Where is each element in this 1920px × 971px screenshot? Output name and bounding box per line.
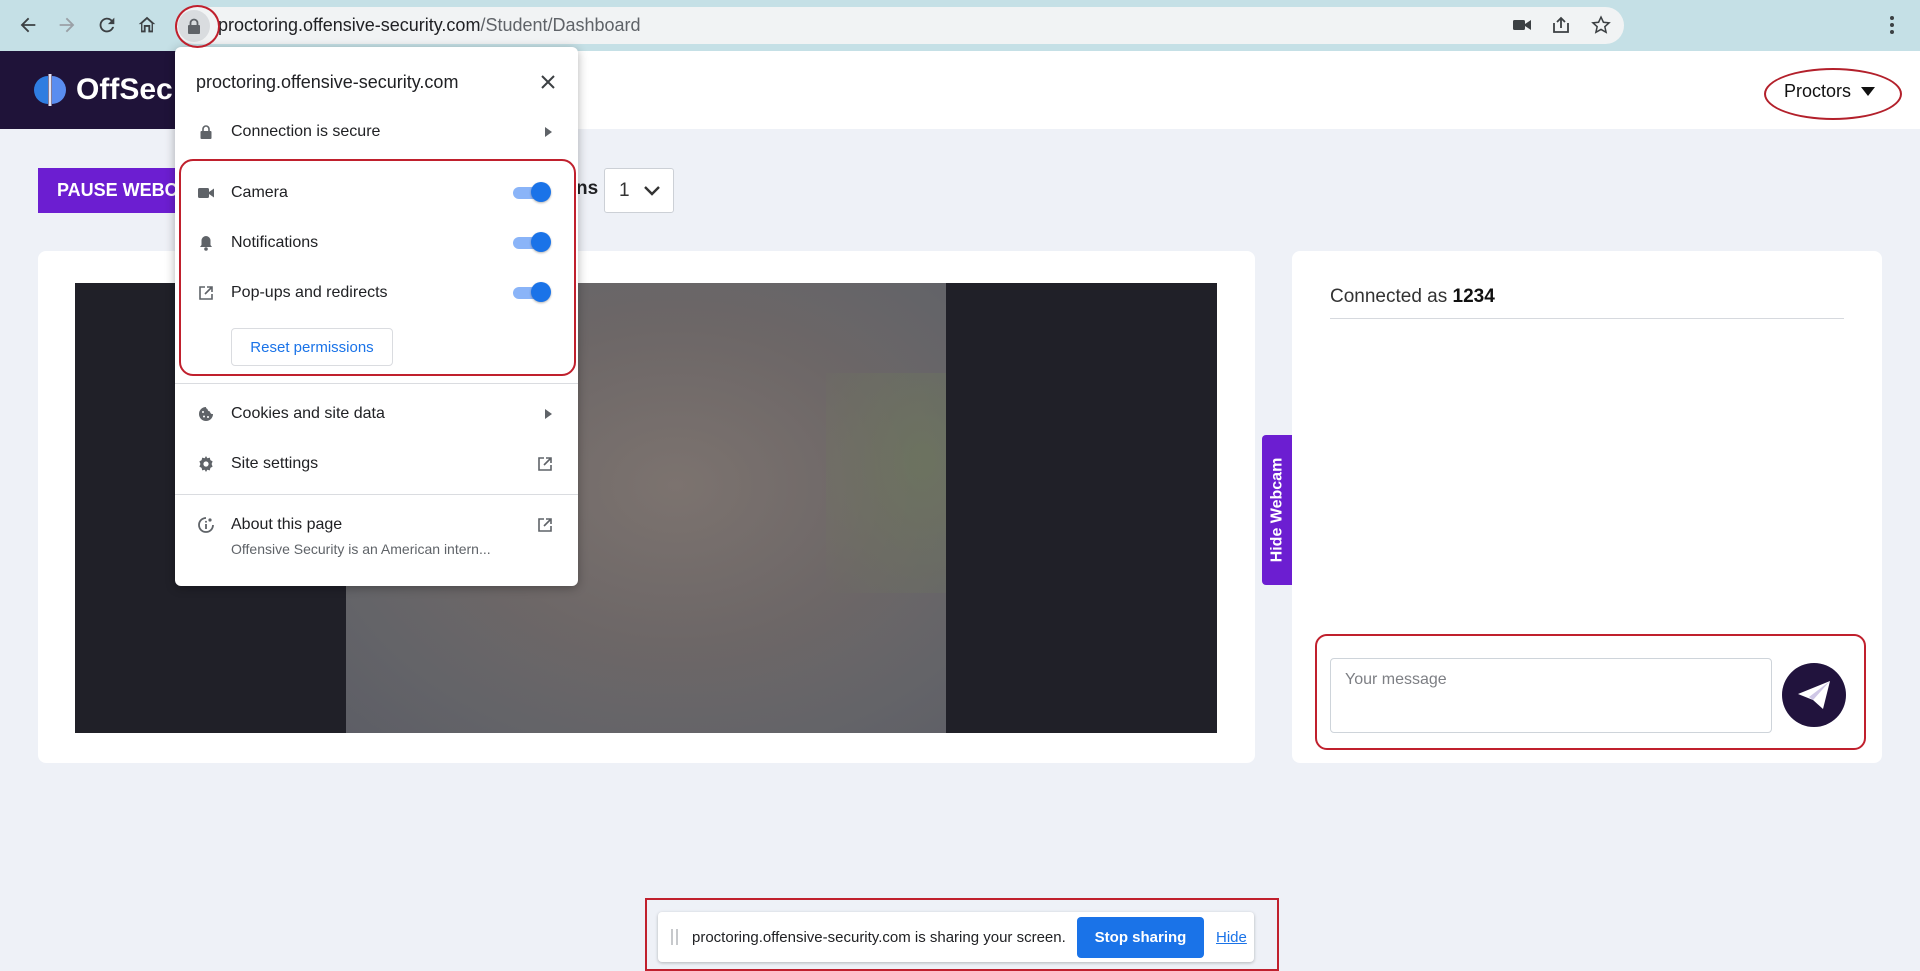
- arrow-left-icon: [20, 17, 36, 33]
- annotation-circle-proctors: [1764, 68, 1902, 120]
- annotation-box-chat: [1315, 634, 1866, 750]
- about-info-icon: [198, 517, 214, 533]
- popup-title: proctoring.offensive-security.com: [196, 72, 459, 92]
- url-text: proctoring.offensive-security.com/Studen…: [218, 15, 641, 36]
- drag-handle-icon[interactable]: [671, 929, 678, 945]
- home-icon: [138, 16, 156, 33]
- connected-user-id: 1234: [1452, 286, 1495, 307]
- forward-button[interactable]: [51, 9, 83, 41]
- about-page-description: Offensive Security is an American intern…: [231, 541, 491, 557]
- popup-close-button[interactable]: [536, 70, 560, 94]
- chevron-down-icon: [643, 185, 660, 196]
- about-page-row[interactable]: About this page: [196, 513, 556, 537]
- star-icon: [1591, 15, 1611, 34]
- bookmark-button[interactable]: [1589, 13, 1613, 37]
- camera-select[interactable]: 1: [604, 168, 674, 213]
- pause-webcam-button[interactable]: PAUSE WEBCAM: [38, 168, 188, 213]
- caret-right-icon: [545, 409, 552, 419]
- popup-divider: [175, 494, 578, 495]
- cookie-icon: [199, 407, 213, 421]
- external-link-icon: [538, 457, 552, 471]
- stop-sharing-button[interactable]: Stop sharing: [1077, 917, 1204, 958]
- share-button[interactable]: [1549, 13, 1573, 37]
- about-page-label: About this page: [231, 516, 343, 533]
- connection-label: Connection is secure: [231, 123, 381, 140]
- annotation-circle-lock: [175, 5, 220, 48]
- connection-secure-row[interactable]: Connection is secure: [196, 120, 556, 144]
- caret-right-icon: [545, 127, 552, 137]
- popup-divider: [175, 383, 578, 384]
- reload-icon: [99, 17, 115, 33]
- screen-share-text: proctoring.offensive-security.com is sha…: [692, 929, 1066, 946]
- cookies-row[interactable]: Cookies and site data: [196, 402, 556, 426]
- close-icon: [541, 75, 555, 89]
- browser-menu-button[interactable]: [1878, 11, 1906, 39]
- hide-webcam-tab[interactable]: Hide Webcam: [1262, 435, 1292, 585]
- more-vertical-icon: [1890, 16, 1894, 34]
- chat-divider: [1330, 318, 1844, 319]
- external-link-icon: [538, 518, 552, 532]
- hide-share-bar-link[interactable]: Hide: [1216, 929, 1247, 946]
- share-icon: [1553, 16, 1569, 33]
- connected-status: Connected as 1234: [1330, 286, 1495, 308]
- video-camera-icon: [1513, 20, 1531, 30]
- arrow-right-icon: [59, 17, 75, 33]
- offsec-logo-icon: [34, 74, 66, 106]
- gear-icon: [199, 456, 213, 472]
- back-button[interactable]: [12, 9, 44, 41]
- lock-icon: [200, 125, 212, 139]
- home-button[interactable]: [131, 9, 163, 41]
- hide-webcam-label: Hide Webcam: [1268, 457, 1285, 563]
- annotation-box-permissions: [179, 159, 576, 376]
- site-settings-row[interactable]: Site settings: [196, 452, 556, 476]
- brand-name: OffSec: [76, 73, 173, 106]
- url-path: /Student/Dashboard: [480, 15, 641, 35]
- cookies-label: Cookies and site data: [231, 405, 385, 422]
- camera-select-value: 1: [619, 179, 630, 201]
- reload-button[interactable]: [91, 9, 123, 41]
- connected-prefix: Connected as: [1330, 286, 1453, 307]
- cameras-label: ns: [576, 178, 599, 199]
- camera-in-use-button[interactable]: [1510, 13, 1534, 37]
- url-host: proctoring.offensive-security.com: [218, 15, 481, 35]
- brand-logo-area[interactable]: OffSec: [0, 51, 190, 129]
- site-settings-label: Site settings: [231, 455, 319, 472]
